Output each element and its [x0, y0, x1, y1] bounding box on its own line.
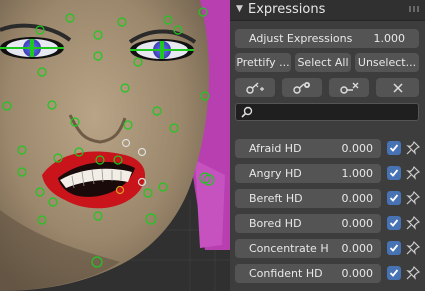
expression-label: Bored HD — [249, 217, 302, 230]
key-add-button[interactable] — [235, 78, 275, 97]
collapse-triangle-icon[interactable]: ▼ — [236, 4, 243, 14]
face-render[interactable] — [0, 0, 230, 291]
expression-value: 0.000 — [341, 267, 374, 280]
checkmark-icon — [389, 244, 399, 252]
key-gear-icon — [293, 81, 310, 94]
expression-value: 0.000 — [341, 217, 374, 230]
expression-label: Confident HD — [249, 267, 323, 280]
expression-slider[interactable]: Bored HD 0.000 — [235, 214, 381, 233]
pin-button[interactable] — [405, 215, 421, 231]
pin-icon — [406, 140, 421, 155]
checkmark-icon — [389, 144, 399, 152]
expression-value: 0.000 — [341, 242, 374, 255]
3d-viewport[interactable] — [0, 0, 230, 291]
expression-row: Confident HD 0.000 — [235, 264, 423, 283]
expression-checkbox[interactable] — [387, 141, 401, 155]
select-all-button[interactable]: Select All — [295, 53, 351, 72]
pin-icon — [406, 215, 421, 230]
expression-value: 1.000 — [341, 167, 374, 180]
pin-icon — [406, 265, 421, 280]
pin-icon — [406, 190, 421, 205]
expression-label: Concentrate H — [249, 242, 329, 255]
panel-header[interactable]: ▼ Expressions — [230, 0, 425, 21]
expression-label: Angry HD — [249, 167, 302, 180]
expression-slider[interactable]: Confident HD 0.000 — [235, 264, 381, 283]
expression-row: Afraid HD 0.000 — [235, 139, 423, 158]
pin-button[interactable] — [405, 265, 421, 281]
adjust-expressions-value: 1.000 — [373, 32, 406, 45]
expression-slider[interactable]: Concentrate H 0.000 — [235, 239, 381, 258]
expression-value: 0.000 — [341, 142, 374, 155]
drag-handle-icon[interactable] — [409, 6, 419, 12]
expression-row: Concentrate H 0.000 — [235, 239, 423, 258]
expressions-panel: ▼ Expressions Adjust Expressions 1.000 P… — [230, 0, 425, 291]
expression-checkbox[interactable] — [387, 266, 401, 280]
key-remove-icon — [340, 82, 359, 94]
pin-button[interactable] — [405, 190, 421, 206]
expression-label: Bereft HD — [249, 192, 303, 205]
expression-row: Angry HD 1.000 — [235, 164, 423, 183]
key-gear-button[interactable] — [282, 78, 322, 97]
checkmark-icon — [389, 219, 399, 227]
prettify-button[interactable]: Prettify ... — [235, 53, 291, 72]
expression-label: Afraid HD — [249, 142, 302, 155]
close-button[interactable] — [376, 78, 419, 97]
pin-button[interactable] — [405, 140, 421, 156]
pin-icon — [406, 240, 421, 255]
key-add-icon — [246, 81, 264, 94]
search-icon — [241, 106, 253, 118]
expression-checkbox[interactable] — [387, 216, 401, 230]
adjust-expressions-label: Adjust Expressions — [249, 32, 353, 45]
unselect-button[interactable]: Unselect... — [355, 53, 419, 72]
expression-value: 0.000 — [341, 192, 374, 205]
expression-row: Bereft HD 0.000 — [235, 189, 423, 208]
expression-slider[interactable]: Angry HD 1.000 — [235, 164, 381, 183]
adjust-expressions-slider[interactable]: Adjust Expressions 1.000 — [235, 29, 419, 48]
pin-button[interactable] — [405, 165, 421, 181]
pin-icon — [406, 165, 421, 180]
checkmark-icon — [389, 194, 399, 202]
key-remove-button[interactable] — [329, 78, 369, 97]
expression-slider[interactable]: Afraid HD 0.000 — [235, 139, 381, 158]
expression-checkbox[interactable] — [387, 241, 401, 255]
close-icon — [392, 82, 403, 93]
checkmark-icon — [389, 169, 399, 177]
pin-button[interactable] — [405, 240, 421, 256]
expression-checkbox[interactable] — [387, 191, 401, 205]
panel-title: Expressions — [248, 2, 326, 17]
expression-row: Bored HD 0.000 — [235, 214, 423, 233]
checkmark-icon — [389, 269, 399, 277]
expression-slider[interactable]: Bereft HD 0.000 — [235, 189, 381, 208]
search-field[interactable] — [235, 103, 419, 121]
expression-checkbox[interactable] — [387, 166, 401, 180]
